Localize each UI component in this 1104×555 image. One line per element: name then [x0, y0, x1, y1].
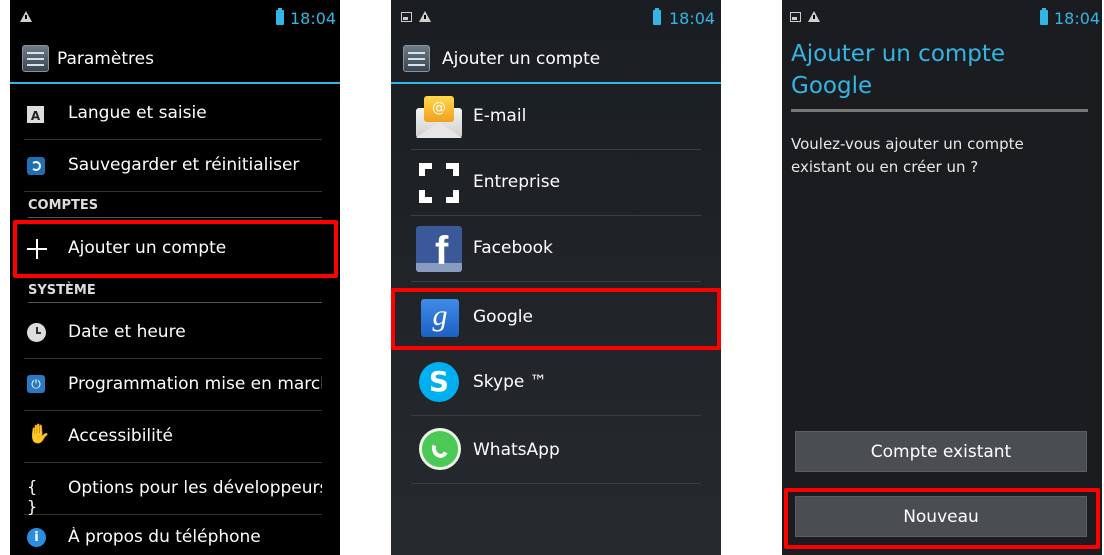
account-type-label: Skype ™: [473, 372, 547, 392]
settings-item-power-schedule[interactable]: ⏻ Programmation mise en marche: [24, 359, 322, 411]
add-google-account-screen: 18:04 Ajouter un compte Google Voulez-vo…: [782, 0, 1102, 555]
page-title: Paramètres: [57, 49, 154, 69]
power-schedule-icon: ⏻: [27, 375, 45, 393]
warning-icon: [20, 11, 32, 22]
account-type-label: E-mail: [473, 106, 527, 126]
skype-icon: S: [419, 362, 459, 402]
status-bar: 18:04: [10, 0, 340, 36]
page-title: Ajouter un compte Google: [791, 41, 1006, 99]
account-type-whatsapp[interactable]: WhatsApp: [411, 418, 701, 484]
settings-item-label: Programmation mise en marche: [68, 374, 322, 394]
account-type-facebook[interactable]: f Facebook: [411, 216, 701, 282]
keyboard-a-icon: A: [27, 106, 44, 123]
status-bar: 18:04: [782, 0, 1102, 36]
settings-item-developer[interactable]: { } Options pour les développeurs: [24, 463, 322, 516]
backup-restore-icon: [27, 157, 45, 175]
battery-icon: [276, 8, 284, 25]
title-divider: [791, 109, 1088, 112]
existing-account-button[interactable]: Compte existant: [795, 431, 1087, 472]
section-header-accounts: COMPTES: [28, 198, 322, 218]
braces-icon: { }: [27, 477, 38, 516]
status-time: 18:04: [1054, 9, 1101, 28]
warning-icon: [419, 11, 431, 22]
status-time: 18:04: [290, 9, 337, 28]
highlight-box: [391, 288, 721, 350]
whatsapp-icon: [419, 428, 461, 470]
settings-app-icon: [403, 45, 430, 72]
section-header-system: SYSTÈME: [28, 283, 322, 303]
question-text: Voulez-vous ajouter un compte existant o…: [791, 135, 1024, 176]
account-type-corporate[interactable]: Entreprise: [411, 150, 701, 216]
picture-icon: [790, 12, 801, 22]
facebook-icon: f: [416, 226, 462, 272]
settings-item-backup[interactable]: Sauvegarder et réinitialiser: [24, 140, 322, 192]
highlight-box: [784, 488, 1100, 549]
corporate-icon: [416, 160, 462, 206]
settings-item-accessibility[interactable]: ✋ Accessibilité: [24, 411, 322, 463]
info-icon: i: [27, 528, 46, 547]
clock-icon: [27, 323, 46, 342]
account-type-skype[interactable]: S Skype ™: [411, 350, 701, 416]
settings-item-label: À propos du téléphone: [68, 527, 261, 547]
settings-item-label: Sauvegarder et réinitialiser: [68, 155, 300, 175]
account-type-label: Entreprise: [473, 172, 561, 192]
picture-icon: [401, 12, 412, 22]
settings-item-label: Accessibilité: [68, 426, 174, 446]
settings-screen: 18:04 Paramètres A Langue et saisie Sauv…: [10, 0, 340, 555]
battery-icon: [1040, 8, 1048, 25]
account-type-label: Facebook: [473, 238, 553, 258]
account-type-label: WhatsApp: [473, 440, 560, 460]
hand-icon: ✋: [27, 423, 51, 445]
battery-icon: [653, 8, 661, 25]
settings-item-label: Options pour les développeurs: [68, 478, 322, 498]
status-time: 18:04: [669, 9, 716, 28]
account-type-email[interactable]: @ E-mail: [411, 84, 701, 150]
highlight-box: [13, 220, 338, 278]
action-bar: Paramètres: [10, 36, 340, 84]
settings-item-language[interactable]: A Langue et saisie: [24, 88, 322, 140]
status-bar: 18:04: [391, 0, 721, 36]
settings-item-label: Date et heure: [68, 322, 186, 342]
settings-item-date[interactable]: Date et heure: [24, 307, 322, 359]
action-bar: Ajouter un compte: [391, 36, 721, 84]
add-account-screen: 18:04 Ajouter un compte @ E-mail Entrepr…: [391, 0, 721, 555]
warning-icon: [808, 11, 820, 22]
settings-item-label: Langue et saisie: [68, 103, 207, 123]
settings-item-about[interactable]: i À propos du téléphone: [24, 512, 322, 555]
settings-app-icon: [22, 45, 49, 72]
page-title: Ajouter un compte: [442, 49, 601, 69]
email-icon: @: [416, 94, 462, 140]
